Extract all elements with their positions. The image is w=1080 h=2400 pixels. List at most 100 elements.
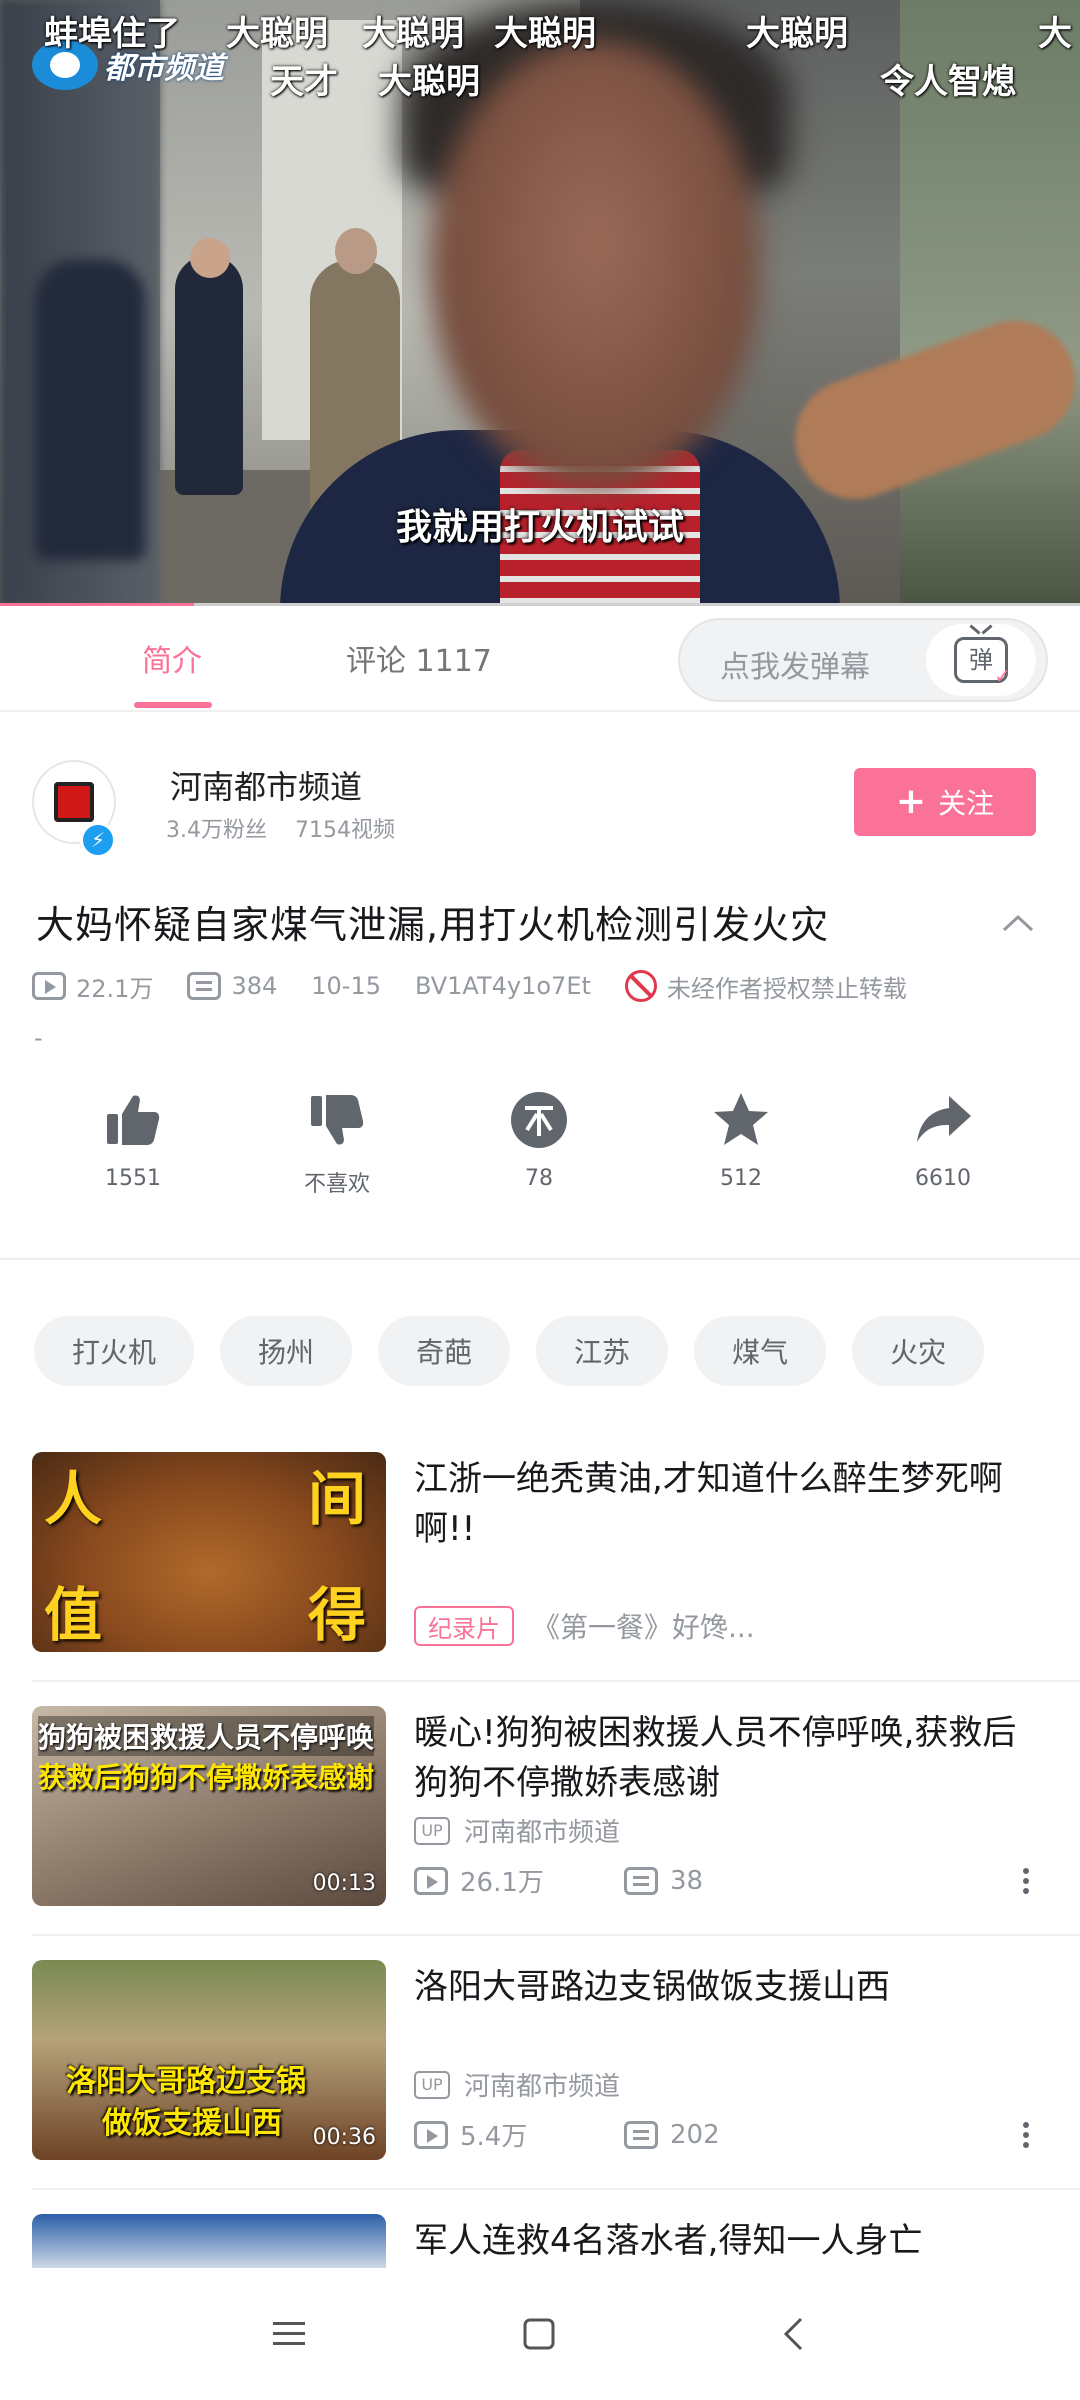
verified-badge-icon: ⚡ bbox=[80, 822, 116, 858]
share-button[interactable]: 6610 bbox=[868, 1090, 1018, 1191]
tab-intro[interactable]: 简介 bbox=[142, 636, 202, 680]
follow-label: 关注 bbox=[938, 787, 995, 820]
video-description: - bbox=[34, 1024, 43, 1052]
tag-chip[interactable]: 江苏 bbox=[536, 1316, 669, 1386]
video-title: 大妈怀疑自家煤气泄漏,用打火机检测引发火灾 bbox=[36, 903, 830, 947]
video-player[interactable]: 都市频道 蚌埠住了 大聪明 大聪明 大聪明 大聪明 大 天才 大聪明 令人智熄 … bbox=[0, 0, 1080, 606]
system-nav-bar bbox=[0, 2268, 1080, 2400]
no-repost-icon bbox=[624, 970, 657, 1002]
recommendation-uploader-name: 河南都市频道 bbox=[464, 1818, 621, 1848]
danmaku-toggle-button[interactable]: 弹 ✓ bbox=[926, 624, 1036, 696]
share-count: 6610 bbox=[915, 1166, 971, 1191]
recommendation-item[interactable]: 洛阳大哥路边支锅 做饭支援山西 00:36 洛阳大哥路边支锅做饭支援山西 UP … bbox=[0, 1960, 1080, 2190]
tab-bar: 简介 评论 1117 点我发弹幕 弹 ✓ bbox=[0, 608, 1080, 712]
video-progress-fill bbox=[0, 603, 195, 606]
danmaku-tv-icon: 弹 ✓ bbox=[954, 637, 1011, 686]
video-duration: 00:13 bbox=[312, 1871, 376, 1896]
recommendation-uploader: UP 河南都市频道 bbox=[414, 1812, 620, 1849]
video-progress-bar[interactable] bbox=[0, 603, 1080, 606]
video-person-head bbox=[190, 238, 230, 278]
recommendation-uploader-name: 河南都市频道 bbox=[464, 2072, 621, 2102]
tag-chip[interactable]: 煤气 bbox=[694, 1316, 827, 1386]
favorite-count: 512 bbox=[720, 1166, 762, 1191]
category-badge: 纪录片 bbox=[414, 1606, 514, 1646]
danmaku-count: 202 bbox=[670, 2119, 720, 2150]
more-vertical-icon[interactable] bbox=[1016, 2118, 1036, 2158]
danmaku-count: 38 bbox=[670, 1865, 704, 1896]
tag-chip[interactable]: 火灾 bbox=[852, 1316, 985, 1386]
tag-chip[interactable]: 打火机 bbox=[34, 1316, 195, 1386]
recommendation-title: 暖心!狗狗被困救援人员不停呼唤,获救后狗狗不停撒娇表感谢 bbox=[414, 1713, 1017, 1803]
avatar-logo bbox=[54, 782, 94, 822]
back-button[interactable] bbox=[748, 2298, 838, 2370]
follow-button[interactable]: + 关注 bbox=[854, 768, 1036, 836]
menu-button[interactable] bbox=[244, 2298, 334, 2370]
coin-count: 78 bbox=[525, 1166, 553, 1191]
home-button[interactable] bbox=[494, 2298, 584, 2370]
recommendation-item[interactable]: 狗狗被困救援人员不停呼唤 获救后狗狗不停撒娇表感谢 00:13 暖心!狗狗被困救… bbox=[0, 1706, 1080, 1936]
back-icon bbox=[783, 2317, 803, 2351]
chevron-up-icon[interactable] bbox=[1002, 908, 1034, 940]
danmaku-comment: 大聪明 bbox=[226, 14, 328, 54]
like-button[interactable]: 1551 bbox=[58, 1090, 208, 1191]
danmaku-comment: 大聪明 bbox=[378, 62, 480, 102]
danmaku-comment: 令人智熄 bbox=[880, 62, 1016, 102]
up-badge-icon: UP bbox=[414, 2070, 450, 2099]
video-duration: 00:36 bbox=[312, 2125, 376, 2150]
play-count-icon bbox=[414, 2120, 448, 2149]
recommendation-danmaku: 38 bbox=[624, 1866, 834, 1896]
tag-chip[interactable]: 扬州 bbox=[220, 1316, 353, 1386]
publish-date: 10-15 bbox=[311, 972, 381, 1000]
recommendation-views: 26.1万 bbox=[414, 1862, 624, 1899]
recommendation-item[interactable]: 人 间 值 得 江浙一绝秃黄油,才知道什么醉生梦死啊啊!! 纪录片 《第一餐》好… bbox=[0, 1452, 1080, 1682]
thumbnail-text: 洛阳大哥路边支锅 bbox=[66, 2064, 306, 2099]
thumbnail-text: 值 bbox=[44, 1581, 103, 1649]
star-icon bbox=[714, 1093, 768, 1145]
uploader-name[interactable]: 河南都市频道 bbox=[170, 762, 362, 808]
tag-list: 打火机 扬州 奇葩 江苏 煤气 火灾 bbox=[34, 1316, 985, 1386]
recommendation-item[interactable]: 军人连救4名落水者,得知一人身亡 bbox=[0, 2214, 1080, 2268]
danmaku-input[interactable]: 点我发弹幕 弹 ✓ bbox=[678, 618, 1048, 702]
thumbnail-text: 获救后狗狗不停撒娇表感谢 bbox=[38, 1761, 375, 1794]
recommendation-stats: 5.4万 202 bbox=[414, 2116, 834, 2153]
thumbnail-text: 间 bbox=[308, 1465, 367, 1533]
recommendation-subtitle: 《第一餐》好馋... bbox=[532, 1611, 755, 1644]
menu-icon bbox=[273, 2322, 305, 2345]
dislike-button[interactable]: 不喜欢 bbox=[262, 1090, 412, 1198]
copyright-notice: 未经作者授权禁止转载 bbox=[666, 974, 907, 1003]
danmaku-comment: 大 bbox=[1038, 14, 1072, 54]
video-bvid: BV1AT4y1o7Et bbox=[415, 972, 591, 1000]
recommendation-meta: 纪录片 《第一餐》好馋... bbox=[414, 1606, 755, 1646]
favorite-button[interactable]: 512 bbox=[666, 1090, 816, 1191]
video-person-head bbox=[335, 228, 377, 274]
danmaku-comment: 蚌埠住了 bbox=[44, 14, 180, 54]
divider bbox=[32, 1934, 1080, 1936]
video-person-bg bbox=[175, 255, 243, 495]
coin-icon bbox=[511, 1092, 567, 1148]
divider bbox=[32, 1680, 1080, 1682]
coin-button[interactable]: 78 bbox=[464, 1090, 614, 1191]
danmaku-comment: 大聪明 bbox=[494, 14, 596, 54]
danmaku-comment: 大聪明 bbox=[746, 14, 848, 54]
danmaku-comment: 大聪明 bbox=[362, 14, 464, 54]
tag-chip[interactable]: 奇葩 bbox=[378, 1316, 511, 1386]
danmaku-icon-glyph: 弹 bbox=[969, 646, 993, 674]
share-icon bbox=[917, 1096, 971, 1142]
thumbnail-text: 狗狗被困救援人员不停呼唤 bbox=[38, 1716, 375, 1756]
play-count-icon bbox=[414, 1866, 448, 1895]
video-subtitle: 我就用打火机试试 bbox=[395, 507, 684, 548]
view-count: 22.1万 bbox=[76, 974, 154, 1003]
uploader-videos: 7154视频 bbox=[294, 818, 395, 843]
danmaku-count-icon bbox=[624, 1866, 658, 1895]
recommendation-thumbnail bbox=[32, 2214, 386, 2268]
thumbnail-text: 做饭支援山西 bbox=[102, 2106, 282, 2141]
recommendation-title: 洛阳大哥路边支锅做饭支援山西 bbox=[414, 1967, 890, 2007]
uploader-section: ⚡ 河南都市频道 3.4万粉丝 7154视频 + 关注 bbox=[0, 712, 1080, 862]
tab-comments[interactable]: 评论 1117 bbox=[346, 636, 492, 680]
more-vertical-icon[interactable] bbox=[1016, 1864, 1036, 1904]
danmaku-input-placeholder: 点我发弹幕 bbox=[720, 650, 870, 685]
recommendation-stats: 26.1万 38 bbox=[414, 1862, 834, 1899]
play-count-icon bbox=[32, 972, 66, 1000]
thumbnail-text: 得 bbox=[308, 1581, 367, 1649]
view-count: 5.4万 bbox=[460, 2122, 528, 2152]
